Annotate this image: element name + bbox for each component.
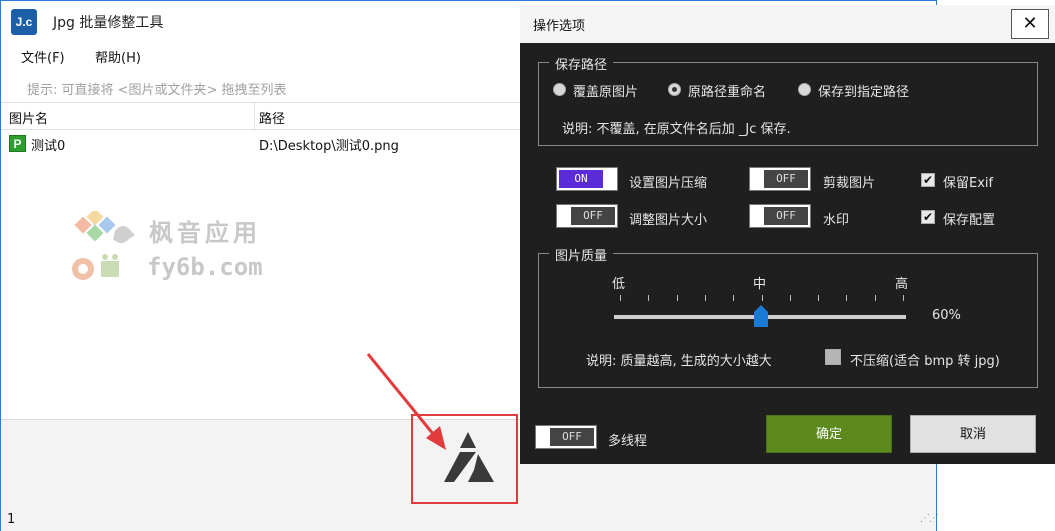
app-title: Jpg 批量修整工具 [53,15,164,31]
slider-tick [620,295,621,301]
save-config-label: 保存配置 [943,213,996,228]
quality-value: 60% [932,308,961,323]
app-logo-icon: J.c [11,9,37,35]
column-header-name[interactable]: 图片名 [9,108,48,127]
slider-tick [704,295,706,301]
slider-tick [648,295,650,301]
crop-toggle[interactable]: OFF [749,167,811,191]
slider-tick [903,295,904,301]
cancel-button[interactable]: 取消 [910,415,1036,453]
drag-hint: 提示: 可直接将 <图片或文件夹> 拖拽至列表 [27,83,287,98]
slider-tick [676,295,678,301]
row-file-name: 测试0 [31,139,66,154]
radio-dot-selected[interactable] [668,83,681,96]
radio-rename-label: 原路径重命名 [688,85,767,100]
radio-overwrite-label: 覆盖原图片 [573,85,639,100]
watermark-text-cn: 枫音应用 [149,219,261,247]
row-file-path: D:\Desktop\测试0.png [259,139,399,154]
toggle-state: OFF [550,428,594,446]
radio-save-to-path-label: 保存到指定路径 [818,85,910,100]
start-process-logo-icon[interactable] [440,430,496,486]
toggle-knob [752,170,764,188]
toggle-state: ON [559,170,603,188]
compress-toggle[interactable]: ON [556,167,618,191]
slider-tick [733,295,735,301]
column-header-path[interactable]: 路径 [259,108,285,127]
slider-tick [874,295,876,301]
slider-tick [789,295,791,301]
quality-slider-thumb[interactable] [754,305,769,327]
list-header: 图片名 路径 [1,102,521,131]
toggle-state: OFF [571,207,615,225]
resize-grip-icon[interactable]: ⋰⋰ [920,514,939,528]
menu-file[interactable]: 文件(F) [21,47,65,66]
watermark-logo-icon [72,208,135,280]
radio-dot[interactable] [798,83,811,96]
ok-button[interactable]: 确定 [766,415,892,453]
toggle-knob [752,207,764,225]
slider-tick [818,295,820,301]
toggle-state: OFF [764,170,808,188]
watermark-text-en: fy6b.com [147,253,263,281]
resize-toggle-label: 调整图片大小 [629,213,708,228]
crop-toggle-label: 剪裁图片 [823,176,876,191]
keep-exif-label: 保留Exif [943,176,994,191]
dialog-title: 操作选项 [533,19,586,34]
options-dialog: 操作选项 ✕ 保存路径 覆盖原图片 原路径重命名 保存到指定路径 说明: 不覆盖… [520,5,1055,464]
toggle-state: OFF [764,207,808,225]
no-compress-label: 不压缩(适合 bmp 转 jpg) [850,354,1000,369]
watermark: 枫音应用 fy6b.com [71,208,301,291]
save-path-group-label: 保存路径 [549,54,614,73]
slider-tick [846,295,848,301]
compress-toggle-label: 设置图片压缩 [629,176,708,191]
save-config-checkbox[interactable]: ✔ [921,210,935,224]
multithread-toggle[interactable]: OFF [535,425,597,449]
save-path-description: 说明: 不覆盖, 在原文件名后加 _Jc 保存. [562,122,791,137]
table-row[interactable]: P 测试0 D:\Desktop\测试0.png [1,132,521,156]
dialog-title-bar: 操作选项 ✕ [520,5,1055,43]
png-file-icon: P [9,135,26,152]
menu-help[interactable]: 帮助(H) [95,47,141,66]
no-compress-checkbox[interactable] [825,349,841,365]
quality-high-label: 高 [895,277,909,292]
column-separator[interactable] [254,103,255,131]
quality-group-label: 图片质量 [549,245,614,264]
keep-exif-checkbox[interactable]: ✔ [921,173,935,187]
status-file-count: 1 [7,512,16,527]
quality-description: 说明: 质量越高, 生成的大小越大 [586,354,772,369]
radio-dot[interactable] [553,83,566,96]
watermark-toggle-label: 水印 [823,213,850,228]
quality-mid-label: 中 [753,277,767,292]
toggle-knob [538,428,550,446]
quality-low-label: 低 [612,277,626,292]
watermark-toggle[interactable]: OFF [749,204,811,228]
multithread-label: 多线程 [608,434,648,449]
close-button[interactable]: ✕ [1011,9,1049,39]
toggle-knob [559,207,571,225]
resize-toggle[interactable]: OFF [556,204,618,228]
slider-tick [761,295,763,301]
